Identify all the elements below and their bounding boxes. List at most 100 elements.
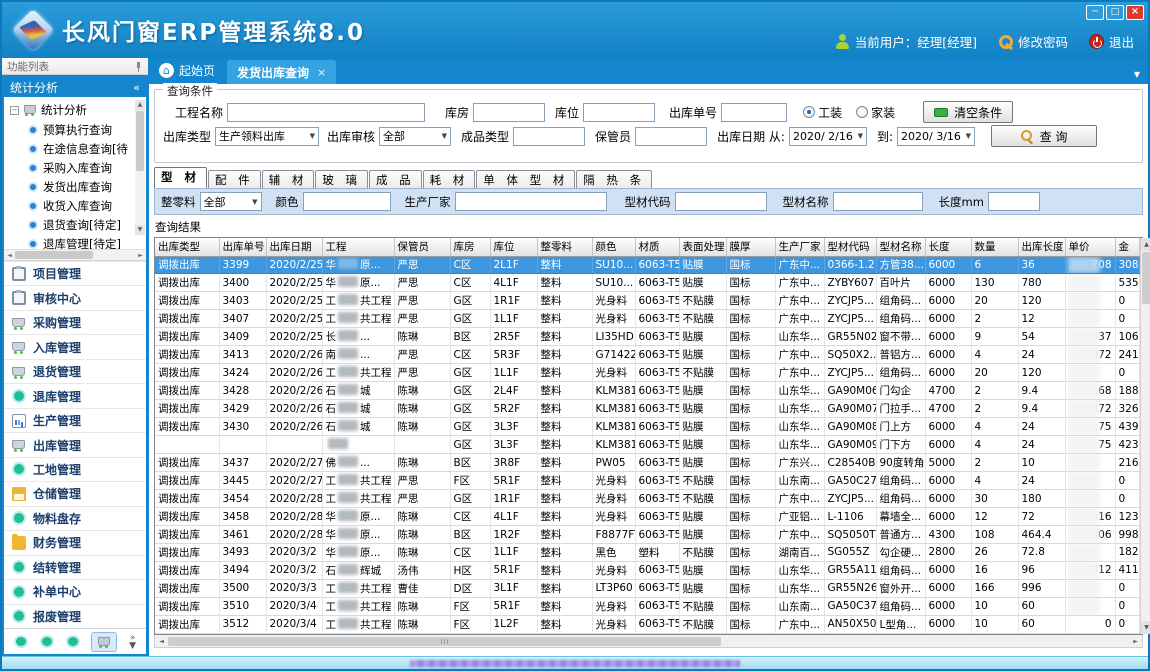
date-to-select[interactable]: 2020/ 3/16▼ [897,127,975,146]
room-input[interactable] [473,103,545,122]
audit-select[interactable]: 全部▼ [379,127,451,146]
col-outlen[interactable]: 出库长度 [1018,238,1065,256]
scroll-down-icon[interactable]: ▼ [135,225,145,235]
table-row[interactable]: 调拨出库34372020/2/27佛...陈琳B区3R8F整料PW056063-… [155,454,1139,472]
sidebar-menu-item-1[interactable]: 审核中心 [4,285,146,309]
radio-home[interactable] [856,106,868,118]
col-zl[interactable]: 整零料 [537,238,592,256]
col-qty[interactable]: 数量 [971,238,1018,256]
zl-select[interactable]: 全部▼ [200,192,262,211]
tree-item-0[interactable]: 预算执行查询 [10,120,134,139]
tree-item-4[interactable]: 收货入库查询 [10,196,134,215]
table-row[interactable]: 调拨出库34242020/2/26工共工程严思G区1L1F整料光身料6063-T… [155,364,1139,382]
pin-icon[interactable] [134,61,143,72]
material-tab-4[interactable]: 成 品 [369,170,422,188]
col-project[interactable]: 工程 [322,238,394,256]
scroll-right-icon[interactable]: ► [1129,638,1142,645]
tree-item-3[interactable]: 发货出库查询 [10,177,134,196]
col-len[interactable]: 长度 [925,238,971,256]
clear-conditions-button[interactable]: 清空条件 [923,101,1013,123]
tree-item-1[interactable]: 在途信息查询[待 [10,139,134,158]
scroll-down-icon[interactable]: ▼ [1141,621,1150,634]
sidebar-group-header[interactable]: 统计分析 « [4,77,146,97]
sidebar-menu-item-12[interactable]: 结转管理 [4,555,146,579]
sidebar-menu-item-14[interactable]: 报废管理 [4,604,146,628]
minimize-button[interactable]: ─ [1086,5,1104,20]
col-loc[interactable]: 库位 [490,238,537,256]
table-row[interactable]: 调拨出库34072020/2/25工共工程严思G区1L1F整料光身料6063-T… [155,310,1139,328]
tree-item-2[interactable]: 采购入库查询 [10,158,134,177]
tree-item-6[interactable]: 退库管理[待定] [10,234,134,249]
radio-industrial[interactable] [803,106,815,118]
tab-list-caret-icon[interactable]: ▼ [1134,70,1140,79]
keeper-input[interactable] [635,127,707,146]
project-name-input[interactable] [227,103,425,122]
col-date[interactable]: 出库日期 [266,238,322,256]
sidebar-menu-item-0[interactable]: 项目管理 [4,261,146,285]
tree-vertical-scrollbar[interactable]: ▲ ▼ [135,100,145,235]
sidebar-menu-item-4[interactable]: 退货管理 [4,359,146,383]
product-type-input[interactable] [513,127,585,146]
table-row[interactable]: 调拨出库33992020/2/25华原...严思C区2L1F整料SU10...6… [155,256,1139,274]
sidebar-menu-item-7[interactable]: 出库管理 [4,432,146,456]
scroll-right-icon[interactable]: ► [135,252,146,259]
date-from-select[interactable]: 2020/ 2/16▼ [789,127,867,146]
col-no[interactable]: 出库单号 [219,238,266,256]
sidebar-menu-item-8[interactable]: 工地管理 [4,457,146,481]
table-row[interactable]: G区3L3F整料KLM38176063-T5贴膜国标山东华...GA90M09.… [155,436,1139,454]
close-button[interactable]: × [1126,5,1144,20]
name-input[interactable] [833,192,923,211]
table-row[interactable]: 调拨出库34932020/3/2华原...陈琳C区1L1F整料黑色塑料不贴膜国标… [155,544,1139,562]
table-row[interactable]: 调拨出库34582020/2/28华原...陈琳C区4L1F整料光身料6063-… [155,508,1139,526]
collapse-icon[interactable]: « [133,81,140,94]
col-code[interactable]: 型材代码 [824,238,876,256]
tree-expander-icon[interactable]: − [10,106,19,115]
sidebar-menu-item-11[interactable]: 财务管理 [4,530,146,554]
scroll-up-icon[interactable]: ▲ [1141,238,1150,251]
tree-item-5[interactable]: 退货查询[待定] [10,215,134,234]
nav-dot-icon[interactable] [66,635,80,648]
col-mat[interactable]: 材质 [635,238,679,256]
sidebar-menu-item-3[interactable]: 入库管理 [4,334,146,358]
sidebar-menu-item-6[interactable]: 生产管理 [4,408,146,432]
table-row[interactable]: 调拨出库34452020/2/27工共工程严思F区5R1F整料光身料6063-T… [155,472,1139,490]
sidebar-menu-item-2[interactable]: 采购管理 [4,310,146,334]
col-price[interactable]: 单价 [1065,238,1115,256]
sidebar-menu-item-13[interactable]: 补单中心 [4,579,146,603]
loc-input[interactable] [583,103,655,122]
col-surf[interactable]: 表面处理 [679,238,726,256]
col-keeper[interactable]: 保管员 [394,238,450,256]
material-tab-7[interactable]: 隔 热 条 [576,170,652,188]
tab-home[interactable]: ⌂ 起始页 [149,62,227,84]
sidebar-menu-item-9[interactable]: 仓储管理 [4,481,146,505]
table-row[interactable]: 调拨出库35102020/3/4工共工程陈琳F区5R1F整料光身料6063-T5… [155,597,1139,615]
material-tab-0[interactable]: 型 材 [154,167,207,188]
table-row[interactable]: 调拨出库34132020/2/26南...严思C区5R3F整料G71422606… [155,346,1139,364]
scroll-up-icon[interactable]: ▲ [135,100,145,110]
col-type[interactable]: 出库类型 [155,238,219,256]
table-row[interactable]: 调拨出库34032020/2/25工共工程严思G区1R1F整料光身料6063-T… [155,292,1139,310]
col-factory[interactable]: 生产厂家 [775,238,824,256]
scroll-left-icon[interactable]: ◄ [4,252,15,259]
material-tab-6[interactable]: 单 体 型 材 [476,170,575,188]
table-row[interactable]: 调拨出库35122020/3/4工共工程陈琳F区1L2F整料光身料6063-T5… [155,615,1139,633]
change-password-button[interactable]: 修改密码 [998,32,1068,51]
col-color[interactable]: 颜色 [592,238,635,256]
table-row[interactable]: 调拨出库34612020/2/28华原...陈琳B区1R2F整料F8877FT6… [155,526,1139,544]
nav-cart-button[interactable] [91,632,117,652]
table-row[interactable]: 调拨出库35002020/3/3工共工程曹佳D区3L1F整料LT3P606063… [155,579,1139,597]
col-film[interactable]: 膜厚 [726,238,775,256]
material-tab-2[interactable]: 辅 材 [262,170,315,188]
length-input[interactable] [988,192,1040,211]
tree-horizontal-scrollbar[interactable]: ◄ ► [4,249,146,261]
nav-dot-icon[interactable] [40,635,54,648]
scroll-left-icon[interactable]: ◄ [155,638,168,645]
tab-active[interactable]: 发货出库查询 × [227,60,336,84]
sidebar-menu-item-10[interactable]: 物料盘存 [4,506,146,530]
nav-dot-icon[interactable] [14,635,28,648]
out-type-select[interactable]: 生产领料出库▼ [215,127,319,146]
tab-close-icon[interactable]: × [317,66,326,79]
search-button[interactable]: 查 询 [991,125,1097,147]
table-row[interactable]: 调拨出库34282020/2/26石城陈琳G区2L4F整料KLM38176063… [155,382,1139,400]
material-tab-5[interactable]: 耗 材 [423,170,476,188]
